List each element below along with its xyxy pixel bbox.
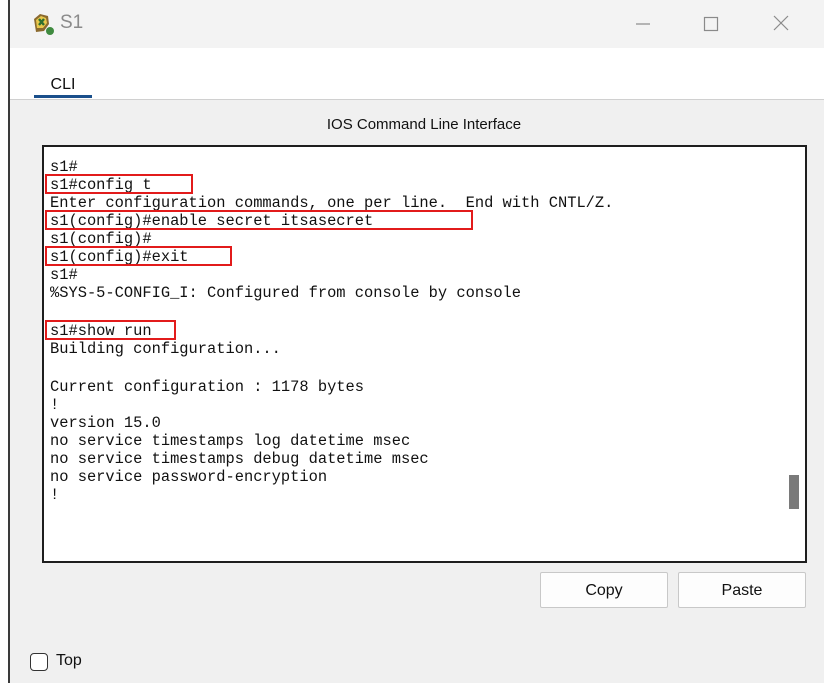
close-button[interactable] — [758, 0, 804, 46]
terminal-line: Building configuration... — [50, 340, 281, 358]
switch-device-icon — [34, 14, 54, 35]
window-title: S1 — [60, 12, 84, 33]
terminal-line: Enter configuration commands, one per li… — [50, 194, 614, 212]
terminal-line-text: s1(config)#exit — [50, 248, 189, 266]
terminal-line: version 15.0 — [50, 414, 161, 432]
terminal-line: ! — [50, 396, 60, 414]
terminal-line-text: s1(config)#enable secret itsasecret — [50, 212, 374, 230]
title-bar[interactable]: S1 — [10, 0, 824, 48]
terminal-line: s1#config t — [45, 174, 613, 194]
tab-cli[interactable]: CLI — [34, 72, 92, 98]
terminal-line: s1(config)# — [50, 230, 152, 248]
terminal-line-text: s1#show run — [50, 322, 152, 340]
cli-panel: IOS Command Line Interface s1# s1#config… — [32, 106, 816, 640]
terminal-line: s1#show run — [45, 320, 613, 340]
terminal-scrollbar[interactable] — [783, 147, 805, 561]
terminal-line: s1(config)#exit — [45, 246, 613, 266]
maximize-icon — [703, 16, 719, 32]
scrollbar-thumb[interactable] — [789, 475, 799, 509]
minimize-icon — [636, 23, 650, 25]
terminal-output[interactable]: s1# s1#config t Enter configuration comm… — [42, 145, 807, 563]
terminal-line: Current configuration : 1178 bytes — [50, 378, 365, 396]
maximize-button[interactable] — [688, 0, 734, 46]
close-icon — [773, 15, 789, 31]
terminal-line: %SYS-5-CONFIG_I: Configured from console… — [50, 284, 522, 302]
terminal-line: no service timestamps log datetime msec — [50, 432, 411, 450]
top-checkbox-label[interactable]: Top — [56, 652, 82, 670]
terminal-line: no service password-encryption — [50, 468, 328, 486]
tab-divider — [10, 99, 824, 100]
terminal-line: s1# — [50, 266, 78, 284]
terminal-line: ! — [50, 486, 60, 504]
top-checkbox[interactable] — [30, 653, 48, 671]
minimize-button[interactable] — [620, 0, 666, 46]
terminal-line: no service timestamps debug datetime mse… — [50, 450, 429, 468]
tab-bar: CLI — [10, 48, 824, 100]
cli-window: S1 CLI IOS Command Line Interface s1# s1… — [8, 0, 824, 683]
copy-button[interactable]: Copy — [540, 572, 668, 608]
panel-title: IOS Command Line Interface — [326, 116, 522, 133]
paste-button[interactable]: Paste — [678, 572, 806, 608]
terminal-line-text: s1#config t — [50, 176, 152, 194]
terminal-lines: s1# s1#config t Enter configuration comm… — [45, 158, 614, 504]
terminal-line: s1(config)#enable secret itsasecret — [45, 210, 613, 230]
footer-bar: Top — [10, 640, 824, 683]
terminal-line: s1# — [50, 158, 78, 176]
